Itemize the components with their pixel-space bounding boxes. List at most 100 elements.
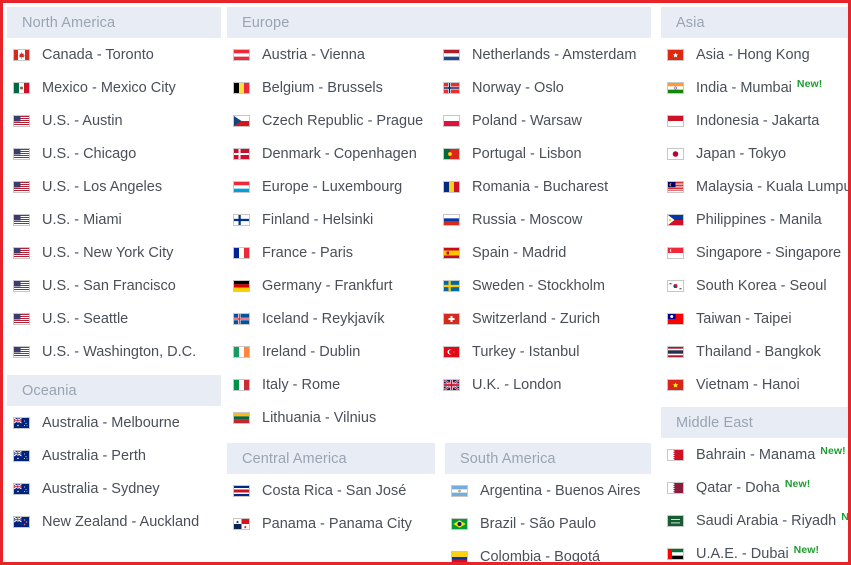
- location-item-label: U.S. - Austin: [42, 112, 123, 129]
- location-item[interactable]: U.S. - New York City: [13, 236, 196, 269]
- location-item[interactable]: Austria - Vienna: [233, 38, 423, 71]
- flag-my-icon: [667, 180, 684, 193]
- flag-co-icon: [451, 550, 468, 562]
- location-item-label: France - Paris: [262, 244, 354, 261]
- location-item[interactable]: Australia - Sydney: [13, 472, 199, 505]
- location-item-label: Canada - Toronto: [42, 46, 154, 63]
- location-picker-panel: North America Canada - Toronto Mexico - M…: [0, 0, 851, 565]
- location-item-label: Japan - Tokyo: [696, 145, 787, 162]
- location-item[interactable]: Lithuania - Vilnius: [233, 401, 423, 434]
- flag-be-icon: [233, 81, 250, 94]
- location-item[interactable]: Thailand - Bangkok: [667, 335, 848, 368]
- location-item[interactable]: France - Paris: [233, 236, 423, 269]
- flag-es-icon: [443, 246, 460, 259]
- location-item[interactable]: Denmark - Copenhagen: [233, 137, 423, 170]
- flag-nl-icon: [443, 48, 460, 61]
- location-item[interactable]: Vietnam - Hanoi: [667, 368, 848, 401]
- location-item-label: Philippines - Manila: [696, 211, 822, 228]
- location-item[interactable]: Australia - Perth: [13, 439, 199, 472]
- flag-au-icon: [13, 449, 30, 462]
- location-item-label: Italy - Rome: [262, 376, 341, 393]
- location-item[interactable]: Singapore - Singapore: [667, 236, 848, 269]
- location-columns: North America Canada - Toronto Mexico - M…: [3, 3, 848, 562]
- location-item[interactable]: Netherlands - Amsterdam: [443, 38, 636, 71]
- location-item[interactable]: New Zealand - Auckland: [13, 505, 199, 538]
- new-badge: New!: [793, 543, 820, 556]
- location-item-label: Germany - Frankfurt: [262, 277, 393, 294]
- flag-ae-icon: [667, 547, 684, 560]
- flag-cr-icon: [233, 484, 250, 497]
- location-item[interactable]: Malaysia - Kuala Lumpur: [667, 170, 848, 203]
- location-item[interactable]: Saudi Arabia - Riyadh New!: [667, 504, 849, 537]
- location-item[interactable]: Philippines - Manila: [667, 203, 848, 236]
- location-item[interactable]: Bahrain - Manama New!: [667, 438, 848, 471]
- location-item[interactable]: Poland - Warsaw: [443, 104, 636, 137]
- location-item[interactable]: Romania - Bucharest: [443, 170, 636, 203]
- location-item-label: Norway - Oslo: [472, 79, 564, 96]
- flag-cz-icon: [233, 114, 250, 127]
- flag-us-icon: [13, 246, 30, 259]
- list-north-america: Canada - Toronto Mexico - Mexico City U.S.…: [13, 38, 196, 368]
- location-item[interactable]: Finland - Helsinki: [233, 203, 423, 236]
- location-item[interactable]: Czech Republic - Prague: [233, 104, 423, 137]
- location-item[interactable]: Asia - Hong Kong: [667, 38, 848, 71]
- location-item[interactable]: Ireland - Dublin: [233, 335, 423, 368]
- location-item-label: Asia - Hong Kong: [696, 46, 810, 63]
- location-item-label: Brazil - São Paulo: [480, 515, 597, 532]
- new-badge: New!: [784, 477, 811, 490]
- location-item[interactable]: Sweden - Stockholm: [443, 269, 636, 302]
- location-item[interactable]: Turkey - Istanbul: [443, 335, 636, 368]
- location-item[interactable]: U.A.E. - Dubai New!: [667, 537, 848, 562]
- location-item[interactable]: Spain - Madrid: [443, 236, 636, 269]
- location-item[interactable]: Portugal - Lisbon: [443, 137, 636, 170]
- flag-au-icon: [13, 482, 30, 495]
- location-item[interactable]: Switzerland - Zurich: [443, 302, 636, 335]
- flag-pl-icon: [443, 114, 460, 127]
- location-item-label: Poland - Warsaw: [472, 112, 582, 129]
- location-item[interactable]: Australia - Melbourne: [13, 406, 199, 439]
- location-item[interactable]: Europe - Luxembourg: [233, 170, 423, 203]
- location-item[interactable]: Russia - Moscow: [443, 203, 636, 236]
- flag-se-icon: [443, 279, 460, 292]
- location-item[interactable]: Qatar - Doha New!: [667, 471, 848, 504]
- location-item-label: Singapore - Singapore: [696, 244, 842, 261]
- flag-ie-icon: [233, 345, 250, 358]
- location-item[interactable]: U.S. - Miami: [13, 203, 196, 236]
- location-item[interactable]: U.S. - Chicago: [13, 137, 196, 170]
- flag-us-icon: [13, 345, 30, 358]
- location-item[interactable]: Belgium - Brussels: [233, 71, 423, 104]
- location-item[interactable]: Brazil - São Paulo: [451, 507, 640, 540]
- flag-ch-icon: [443, 312, 460, 325]
- location-item[interactable]: Norway - Oslo: [443, 71, 636, 104]
- location-item[interactable]: Panama - Panama City: [233, 507, 412, 540]
- location-item[interactable]: U.S. - Austin: [13, 104, 196, 137]
- location-item[interactable]: U.S. - Los Angeles: [13, 170, 196, 203]
- location-item[interactable]: U.S. - Washington, D.C.: [13, 335, 196, 368]
- new-badge: New!: [841, 510, 849, 523]
- location-item[interactable]: Japan - Tokyo: [667, 137, 848, 170]
- list-oceania: Australia - Melbourne Australia - Perth Au…: [13, 406, 199, 538]
- location-item[interactable]: Colombia - Bogotá: [451, 540, 640, 562]
- flag-bh-icon: [667, 448, 684, 461]
- location-item[interactable]: Argentina - Buenos Aires: [451, 474, 640, 507]
- location-item-label: Sweden - Stockholm: [472, 277, 605, 294]
- location-item[interactable]: U.K. - London: [443, 368, 636, 401]
- location-item-label: U.S. - Los Angeles: [42, 178, 163, 195]
- list-europe-column-1: Austria - Vienna Belgium - Brussels Czech …: [233, 38, 423, 434]
- location-item[interactable]: South Korea - Seoul: [667, 269, 848, 302]
- location-item-label: U.S. - Washington, D.C.: [42, 343, 197, 360]
- group-asia: Asia Asia - Hong Kong India - Mumbai New! I…: [661, 7, 848, 393]
- flag-de-icon: [233, 279, 250, 292]
- location-item[interactable]: Mexico - Mexico City: [13, 71, 196, 104]
- location-item[interactable]: Italy - Rome: [233, 368, 423, 401]
- location-item[interactable]: Iceland - Reykjavík: [233, 302, 423, 335]
- location-item[interactable]: Canada - Toronto: [13, 38, 196, 71]
- location-item[interactable]: Costa Rica - San José: [233, 474, 412, 507]
- location-item[interactable]: Indonesia - Jakarta: [667, 104, 848, 137]
- location-item[interactable]: Germany - Frankfurt: [233, 269, 423, 302]
- location-item[interactable]: U.S. - Seattle: [13, 302, 196, 335]
- flag-dk-icon: [233, 147, 250, 160]
- location-item[interactable]: U.S. - San Francisco: [13, 269, 196, 302]
- location-item[interactable]: Taiwan - Taipei: [667, 302, 848, 335]
- location-item[interactable]: India - Mumbai New!: [667, 71, 848, 104]
